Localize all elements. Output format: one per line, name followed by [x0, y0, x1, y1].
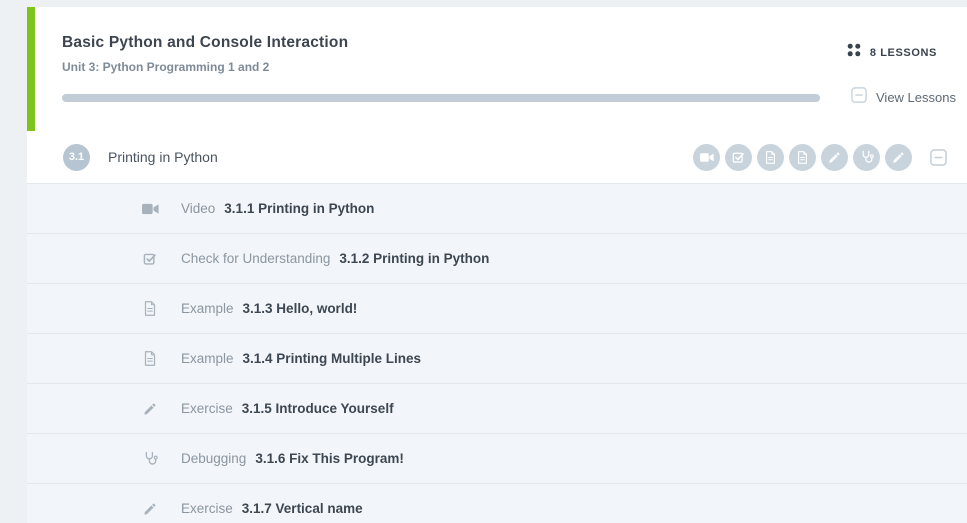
- lesson-title: 3.1.7 Vertical name: [242, 501, 363, 516]
- lesson-type-label: Video: [181, 201, 215, 216]
- lesson-row[interactable]: Exercise 3.1.7 Vertical name: [27, 483, 967, 523]
- document-icon: [140, 351, 160, 366]
- minus-square-icon: [851, 87, 867, 108]
- lesson-row[interactable]: Video 3.1.1 Printing in Python: [27, 183, 967, 233]
- unit-progress-bar: [62, 94, 820, 102]
- lessons-count-label: 8 LESSONS: [870, 47, 937, 59]
- lesson-type-label: Exercise: [181, 501, 233, 516]
- document-icon: [140, 301, 160, 316]
- lesson-type-label: Debugging: [181, 451, 246, 466]
- lesson-type-label: Exercise: [181, 401, 233, 416]
- unit-header: Basic Python and Console Interaction Uni…: [27, 7, 967, 131]
- lesson-title: 3.1.1 Printing in Python: [224, 201, 374, 216]
- lesson-type-label: Check for Understanding: [181, 251, 330, 266]
- lesson-row[interactable]: Example 3.1.3 Hello, world!: [27, 283, 967, 333]
- lesson-row[interactable]: Exercise 3.1.5 Introduce Yourself: [27, 383, 967, 433]
- view-lessons-toggle[interactable]: View Lessons: [851, 87, 956, 108]
- lesson-row[interactable]: Check for Understanding 3.1.2 Printing i…: [27, 233, 967, 283]
- document-icon[interactable]: [757, 144, 784, 171]
- lesson-title: 3.1.5 Introduce Yourself: [242, 401, 394, 416]
- lesson-row[interactable]: Example 3.1.4 Printing Multiple Lines: [27, 333, 967, 383]
- stethoscope-icon[interactable]: [853, 144, 880, 171]
- pencil-icon[interactable]: [821, 144, 848, 171]
- document-icon[interactable]: [789, 144, 816, 171]
- view-lessons-label: View Lessons: [876, 90, 956, 105]
- lesson-title: 3.1.6 Fix This Program!: [255, 451, 404, 466]
- lesson-list: Video 3.1.1 Printing in Python Check for…: [27, 183, 967, 523]
- lesson-title: 3.1.3 Hello, world!: [243, 301, 358, 316]
- unit-titles: Basic Python and Console Interaction Uni…: [62, 34, 348, 74]
- lesson-title: 3.1.2 Printing in Python: [339, 251, 489, 266]
- video-icon[interactable]: [693, 144, 720, 171]
- pencil-icon: [140, 402, 160, 416]
- lesson-section-header[interactable]: 3.1 Printing in Python: [27, 131, 967, 183]
- section-type-icons: [693, 144, 947, 171]
- lesson-type-label: Example: [181, 351, 234, 366]
- check-square-icon[interactable]: [725, 144, 752, 171]
- video-icon: [140, 203, 160, 215]
- pencil-icon: [140, 502, 160, 516]
- minus-square-icon[interactable]: [930, 149, 947, 166]
- check-square-icon: [140, 252, 160, 266]
- lessons-count: 8 LESSONS: [847, 43, 937, 62]
- unit-title: Basic Python and Console Interaction: [62, 34, 348, 52]
- lesson-type-label: Example: [181, 301, 234, 316]
- unit-subtitle: Unit 3: Python Programming 1 and 2: [62, 60, 348, 74]
- section-number-badge: 3.1: [63, 144, 90, 171]
- grid-dots-icon: [847, 43, 861, 62]
- course-unit-card: Basic Python and Console Interaction Uni…: [27, 7, 967, 523]
- section-title: Printing in Python: [108, 149, 218, 165]
- pencil-icon[interactable]: [885, 144, 912, 171]
- stethoscope-icon: [140, 451, 160, 466]
- lesson-title: 3.1.4 Printing Multiple Lines: [243, 351, 422, 366]
- lesson-row[interactable]: Debugging 3.1.6 Fix This Program!: [27, 433, 967, 483]
